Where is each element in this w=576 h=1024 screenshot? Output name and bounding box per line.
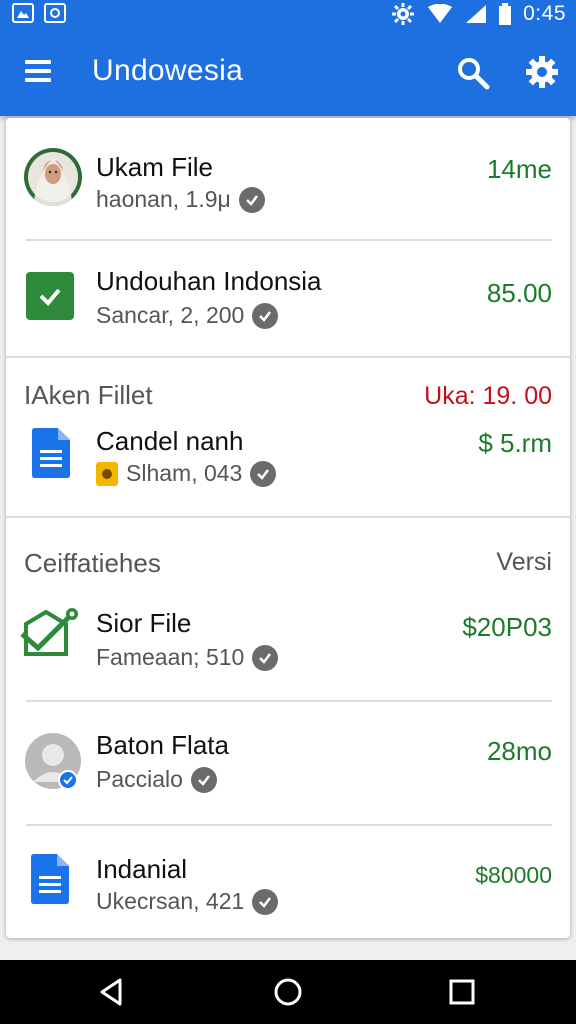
- item-title: Ukam File: [96, 152, 214, 182]
- item-title: Candel nanh: [96, 426, 244, 456]
- item-subtitle-row: Sancar, 2, 200: [96, 302, 279, 329]
- item-amount: $ 5.rm: [478, 428, 552, 458]
- item-subtitle: Sancar, 2, 200: [96, 302, 245, 328]
- item-subtitle: Fameaan; 510: [96, 644, 245, 670]
- item-subtitle: Slham, 043: [126, 460, 243, 486]
- signal-icon: [466, 5, 487, 23]
- list-item[interactable]: Sior File Fameaan; 510 $20P03: [6, 602, 570, 698]
- navigation-bar: [0, 960, 576, 1024]
- item-amount: 85.00: [486, 278, 552, 308]
- list-item[interactable]: Indanial Ukecrsan, 421 $80000: [6, 848, 570, 934]
- wifi-icon: [428, 4, 453, 23]
- avatar-icon: [24, 148, 82, 206]
- recents-icon[interactable]: [446, 976, 478, 1008]
- section-header: Ceiffatiehes: [24, 548, 161, 578]
- list-item[interactable]: Ukam File haonan, 1.9μ 14me: [6, 138, 570, 248]
- folder-badge-icon: [96, 461, 118, 486]
- item-subtitle-row: haonan, 1.9μ: [96, 186, 265, 213]
- home-icon[interactable]: [272, 976, 304, 1008]
- checkmark-icon: [250, 460, 277, 487]
- search-icon[interactable]: [456, 56, 490, 90]
- item-title: Indanial: [96, 854, 188, 884]
- list-item[interactable]: Undouhan Indonsia Sancar, 2, 200 85.00: [6, 254, 570, 354]
- checkmark-icon: [252, 644, 279, 671]
- item-subtitle-row: Ukecrsan, 421: [96, 888, 279, 915]
- item-title: Baton Flata: [96, 730, 229, 760]
- item-subtitle: haonan, 1.9μ: [96, 186, 231, 212]
- app-bar: Undowesia: [0, 28, 576, 116]
- checkbox-icon: [26, 272, 74, 320]
- document-icon: [32, 428, 70, 483]
- checkmark-icon: [252, 888, 279, 915]
- item-amount: $20P03: [462, 612, 552, 642]
- photo-icon: [12, 3, 34, 23]
- file-list-card: Ukam File haonan, 1.9μ 14me Undouhan Ind…: [6, 118, 570, 938]
- document-icon: [30, 854, 70, 909]
- item-subtitle-row: Paccialo: [96, 766, 217, 793]
- divider: [6, 516, 570, 518]
- item-amount: 28mo: [486, 736, 552, 766]
- settings-gear-icon: [392, 3, 415, 25]
- verified-file-icon: [20, 604, 86, 665]
- user-avatar-icon: [24, 732, 82, 790]
- item-amount: 14me: [486, 154, 552, 184]
- item-subtitle: Paccialo: [96, 766, 183, 792]
- section-status: Versi: [496, 548, 552, 576]
- list-item[interactable]: Baton Flata Paccialo 28mo: [6, 724, 570, 820]
- checkmark-icon: [252, 302, 279, 329]
- checkmark-icon: [190, 766, 217, 793]
- section-header: IAken Fillet: [24, 380, 153, 410]
- section-status: Uka: 19. 00: [424, 382, 552, 410]
- checkmark-icon: [238, 186, 265, 213]
- settings-icon[interactable]: [524, 54, 560, 90]
- item-subtitle: Ukecrsan, 421: [96, 888, 245, 914]
- item-subtitle-row: Slham, 043: [96, 460, 277, 487]
- divider: [6, 356, 570, 358]
- status-time: 0:45: [523, 2, 566, 25]
- item-title: Undouhan Indonsia: [96, 266, 322, 296]
- item-subtitle-row: Fameaan; 510: [96, 644, 279, 671]
- back-icon[interactable]: [96, 976, 128, 1008]
- status-bar: 0:45: [0, 0, 576, 28]
- item-title: Sior File: [96, 608, 192, 638]
- list-item[interactable]: Candel nanh Slham, 043 $ 5.rm: [6, 422, 570, 512]
- item-amount: $80000: [475, 862, 552, 888]
- menu-icon[interactable]: [25, 58, 51, 84]
- battery-icon: [499, 3, 512, 25]
- phone-frame-icon: [44, 3, 66, 23]
- app-title: Undowesia: [92, 54, 244, 87]
- divider: [26, 824, 552, 826]
- divider: [26, 700, 552, 702]
- divider: [26, 239, 552, 241]
